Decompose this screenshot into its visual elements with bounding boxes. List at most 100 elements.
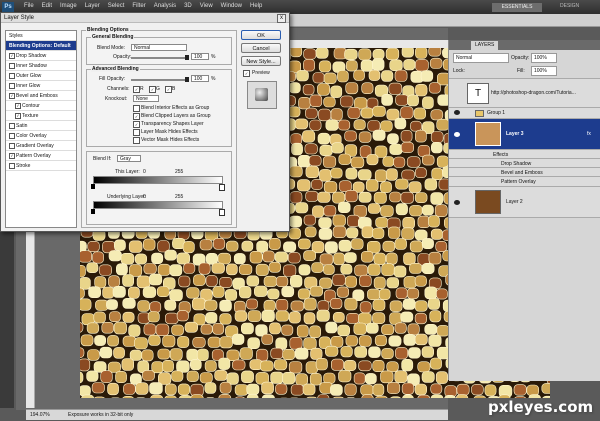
this-layer-gradient[interactable] (93, 176, 223, 184)
style-item[interactable]: Inner Shadow (6, 61, 76, 71)
new-style-button[interactable]: New Style... (241, 56, 281, 66)
layer-row-text[interactable]: T http://photoshop-dragon.com/Tutoria... (449, 78, 600, 107)
layer-fill-input[interactable]: 100% (531, 66, 557, 76)
layer-mask-hides-label: Layer Mask Hides Effects (141, 129, 198, 135)
vector-mask-hides-checkbox[interactable] (133, 137, 140, 144)
menu-view[interactable]: View (200, 3, 213, 9)
transparency-shapes-checkbox[interactable]: ✓ (133, 121, 140, 128)
zoom-level[interactable]: 194.07% (30, 412, 50, 418)
layer-row-layer-3[interactable]: Layer 3 fx (449, 118, 600, 149)
style-item[interactable]: ✓ Contour (6, 101, 76, 111)
style-item[interactable]: ✓ Bevel and Emboss (6, 91, 76, 101)
mosaic-tile (261, 381, 274, 395)
style-item[interactable]: Gradient Overlay (6, 141, 76, 151)
menu-edit[interactable]: Edit (42, 3, 52, 9)
style-item[interactable]: Blending Options: Default (6, 41, 76, 51)
cancel-button[interactable]: Cancel (241, 43, 281, 53)
ok-button[interactable]: OK (241, 30, 281, 40)
workspace-essentials-button[interactable]: ESSENTIALS (492, 3, 542, 12)
workspace-design-button[interactable]: DESIGN (560, 3, 579, 9)
menu-file[interactable]: File (24, 3, 34, 9)
mosaic-tile (192, 336, 206, 348)
menu-filter[interactable]: Filter (132, 3, 145, 9)
layer-row-group[interactable]: Group 1 (449, 107, 600, 118)
channel-b-checkbox[interactable]: ✓ (165, 86, 172, 93)
style-item[interactable]: ✓ Pattern Overlay (6, 151, 76, 161)
fill-opacity-slider[interactable] (131, 79, 187, 81)
menu-3d[interactable]: 3D (184, 3, 192, 9)
channel-g-checkbox[interactable]: ✓ (149, 86, 156, 93)
mosaic-tile (214, 369, 228, 381)
blend-clipped-checkbox[interactable]: ✓ (133, 113, 140, 120)
layer-blend-mode-select[interactable]: Normal (453, 53, 509, 63)
preview-checkbox[interactable]: ✓ (243, 70, 250, 77)
mosaic-tile (380, 370, 394, 384)
style-checkbox[interactable] (9, 83, 15, 89)
mosaic-tile (345, 167, 358, 180)
style-item[interactable]: ✓ Texture (6, 111, 76, 121)
mosaic-tile (374, 169, 388, 182)
style-item[interactable]: Color Overlay (6, 131, 76, 141)
mosaic-tile (408, 347, 421, 359)
effect-row-pattern[interactable]: Pattern Overlay (449, 176, 600, 186)
style-checkbox[interactable] (9, 63, 15, 69)
underlying-white-handle[interactable] (219, 209, 225, 216)
menu-select[interactable]: Select (108, 3, 125, 9)
menu-analysis[interactable]: Analysis (154, 3, 176, 9)
blend-mode-select[interactable]: Normal (131, 44, 187, 51)
this-layer-black-handle[interactable] (91, 184, 95, 189)
style-checkbox[interactable]: ✓ (9, 93, 15, 99)
fill-opacity-input[interactable]: 100 (191, 75, 209, 82)
tab-layers[interactable]: LAYERS (471, 41, 499, 50)
main-menu: File Edit Image Layer Select Filter Anal… (24, 3, 262, 9)
style-item[interactable]: Inner Glow (6, 81, 76, 91)
blend-interior-checkbox[interactable] (133, 105, 140, 112)
close-icon[interactable]: x (277, 14, 286, 23)
blend-mode-label: Blend Mode: (97, 45, 126, 51)
menu-window[interactable]: Window (221, 3, 242, 9)
layer-row-layer-2[interactable]: Layer 2 (449, 186, 600, 217)
mosaic-tile (283, 264, 297, 277)
style-checkbox[interactable] (9, 123, 15, 129)
style-item[interactable]: ✓ Drop Shadow (6, 51, 76, 61)
menu-layer[interactable]: Layer (85, 3, 100, 9)
knockout-select[interactable]: None (133, 95, 159, 102)
style-item[interactable]: Outer Glow (6, 71, 76, 81)
style-checkbox[interactable]: ✓ (15, 113, 21, 119)
eye-icon[interactable] (454, 200, 460, 205)
style-checkbox[interactable] (9, 143, 15, 149)
opacity-slider[interactable] (131, 57, 187, 59)
mosaic-tile (318, 217, 332, 229)
fill-opacity-slider-handle[interactable] (185, 77, 189, 82)
layer-opacity-input[interactable]: 100% (531, 53, 557, 63)
mosaic-tile (371, 58, 385, 71)
menu-help[interactable]: Help (250, 3, 262, 9)
eye-icon[interactable] (454, 132, 460, 137)
mosaic-tile (241, 240, 254, 252)
opacity-input[interactable]: 100 (191, 53, 209, 60)
opacity-slider-handle[interactable] (185, 55, 189, 60)
menu-image[interactable]: Image (60, 3, 77, 9)
fill-opacity-label: Fill Opacity: (99, 76, 126, 82)
style-item-label: Satin (16, 123, 28, 129)
mosaic-tile (420, 70, 434, 82)
style-checkbox[interactable]: ✓ (9, 53, 15, 59)
style-checkbox[interactable]: ✓ (15, 103, 21, 109)
blend-if-select[interactable]: Gray (117, 155, 141, 162)
style-checkbox[interactable]: ✓ (9, 153, 15, 159)
underlying-gradient[interactable] (93, 201, 223, 209)
style-item[interactable]: Satin (6, 121, 76, 131)
underlying-black-handle[interactable] (91, 209, 95, 214)
mosaic-tile (143, 263, 157, 275)
layer-mask-hides-checkbox[interactable] (133, 129, 140, 136)
channel-r-checkbox[interactable]: ✓ (133, 86, 140, 93)
eye-icon[interactable] (454, 110, 460, 115)
style-checkbox[interactable] (9, 73, 15, 79)
style-checkbox[interactable] (9, 133, 15, 139)
styles-header[interactable]: Styles (6, 31, 76, 41)
mosaic-tile (233, 253, 246, 265)
this-layer-white-handle[interactable] (219, 184, 225, 191)
mosaic-tile (134, 337, 148, 350)
style-checkbox[interactable] (9, 163, 15, 169)
style-item[interactable]: Stroke (6, 161, 76, 171)
